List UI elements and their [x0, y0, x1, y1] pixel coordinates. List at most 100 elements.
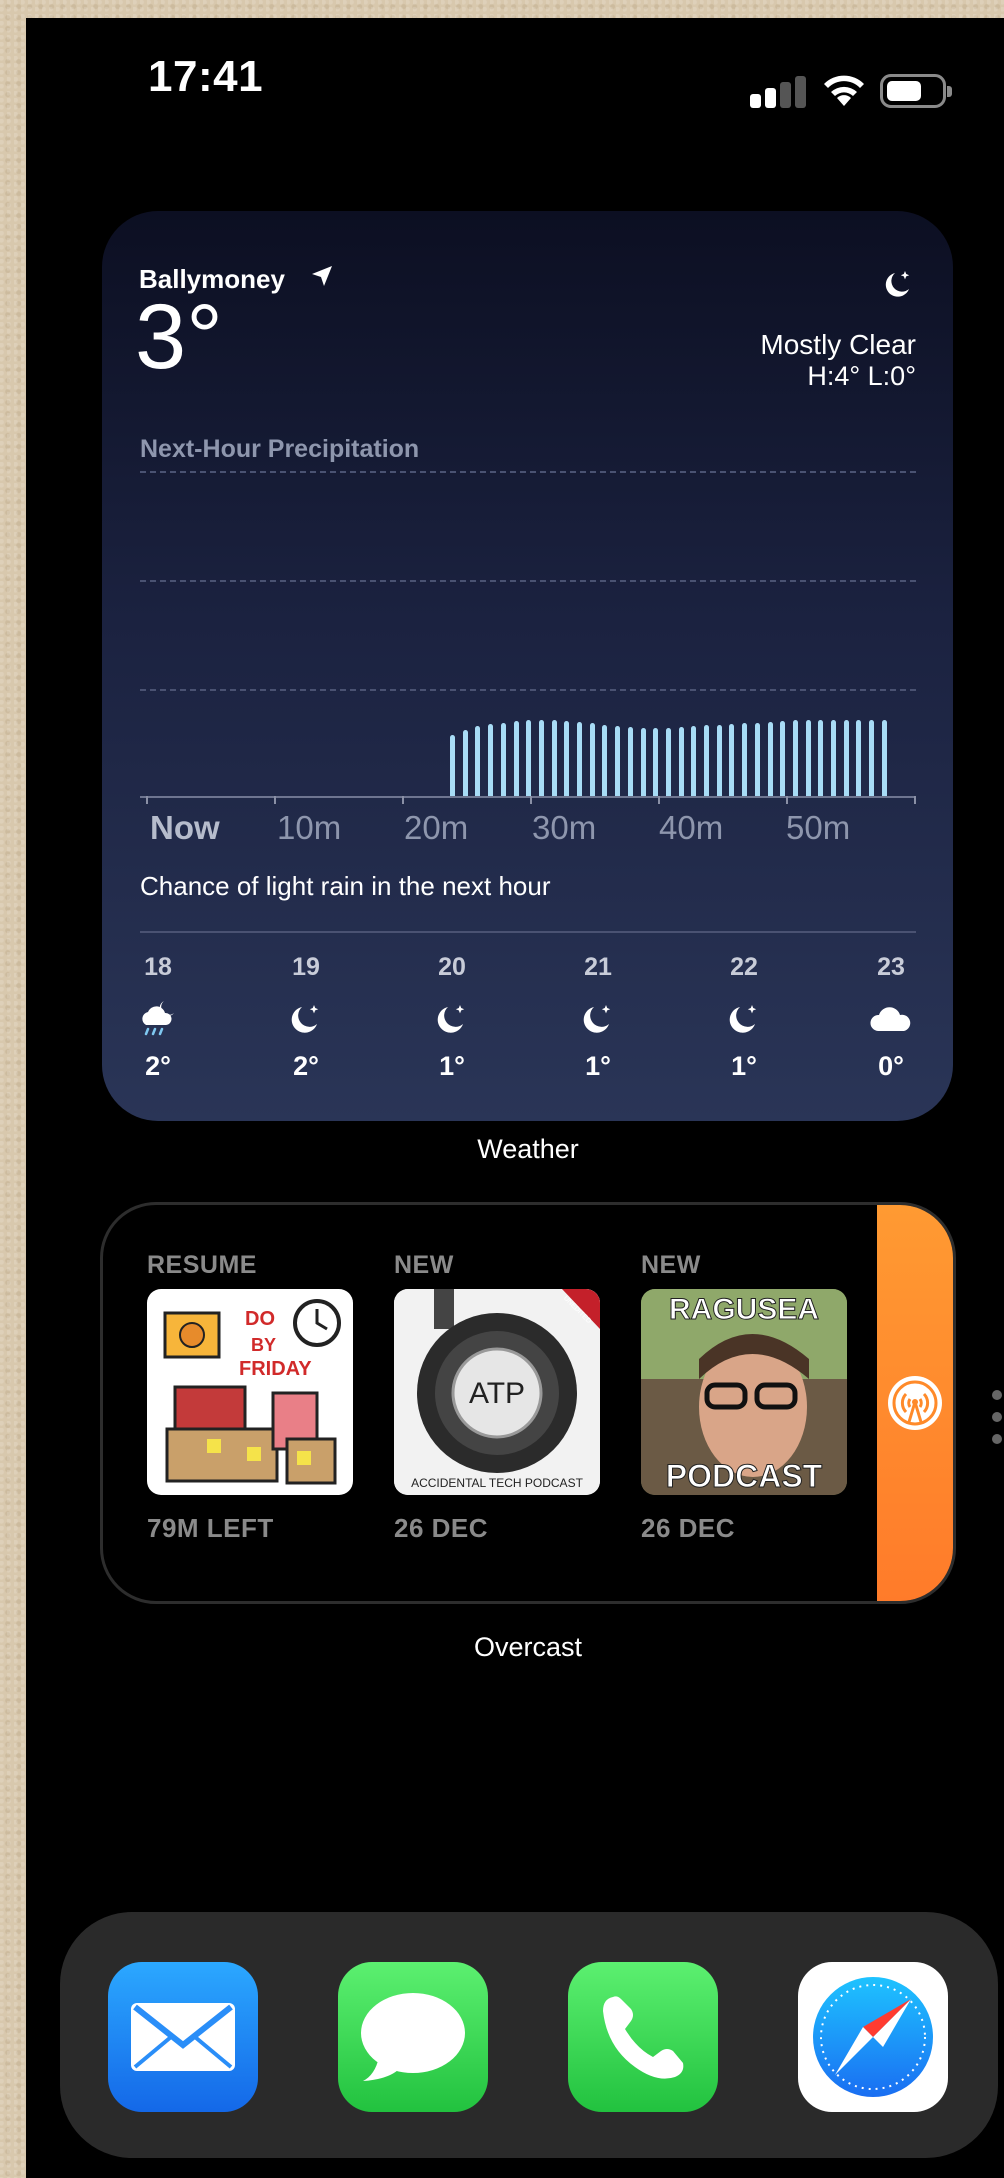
- axis-label-40m: 40m: [659, 809, 724, 846]
- precip-bar: [856, 720, 862, 796]
- episode-tile[interactable]: NEW RAGUSEA PODCAST 26 DEC: [641, 1251, 849, 1544]
- episode-detail: 79M LEFT: [147, 1513, 274, 1543]
- hourly-forecast-item: 18 2°: [113, 953, 203, 1082]
- precip-bar: [716, 724, 722, 796]
- precip-bar: [754, 722, 760, 796]
- atp-logo-text: ATP: [469, 1377, 525, 1410]
- ragusea-title: RAGUSEA: [669, 1293, 819, 1326]
- hour-label: 21: [584, 953, 612, 981]
- precip-bar: [627, 726, 633, 796]
- episode-tile[interactable]: RESUME DO BY FRIDAY 79M LEFT: [147, 1251, 355, 1544]
- hourly-forecast-item: 19 2°: [261, 953, 351, 1082]
- atp-artwork: ATP UNEDITED ACCIDENTAL TECH PODCAST: [394, 1289, 600, 1495]
- episode-status: NEW: [394, 1251, 454, 1279]
- phone-app-button[interactable]: [568, 1962, 718, 2112]
- atp-illustration: ATP UNEDITED ACCIDENTAL TECH PODCAST: [394, 1289, 600, 1495]
- precip-bar: [500, 722, 506, 796]
- precip-bar: [729, 724, 735, 796]
- precip-bar: [653, 727, 659, 796]
- precip-bar: [513, 721, 519, 796]
- hourly-forecast-item: 23 0°: [846, 953, 936, 1082]
- gridline: [140, 689, 916, 691]
- overcast-app-strip[interactable]: [877, 1205, 953, 1601]
- precip-bar: [488, 724, 494, 796]
- mail-app-button[interactable]: [108, 1962, 258, 2112]
- precip-bar: [589, 723, 595, 796]
- hour-temp: 2°: [145, 1051, 171, 1081]
- precip-chart-title: Next-Hour Precipitation: [140, 435, 420, 463]
- weather-condition: Mostly Clear: [760, 329, 916, 360]
- moon-stars-icon: [583, 1005, 611, 1033]
- messages-app-button[interactable]: [338, 1962, 488, 2112]
- hourly-forecast-item: 20 1°: [407, 953, 497, 1082]
- moon-stars-icon: [729, 1005, 757, 1033]
- hour-temp: 1°: [439, 1051, 465, 1081]
- axis-label-20m: 20m: [404, 809, 469, 846]
- hour-label: 19: [292, 953, 320, 981]
- moon-stars-icon: [885, 271, 910, 297]
- hour-label: 22: [730, 953, 758, 981]
- precip-bar: [780, 721, 786, 796]
- current-temperature: 3°: [135, 286, 223, 388]
- mail-icon: [131, 2003, 235, 2071]
- hourly-forecast-item: 21 1°: [553, 953, 643, 1082]
- cellular-signal-icon: [750, 76, 806, 108]
- overcast-widget[interactable]: RESUME DO BY FRIDAY 79M LEFT NEW ATP UNE…: [100, 1202, 956, 1604]
- axis-label-50m: 50m: [786, 809, 851, 846]
- precip-bar: [678, 726, 684, 796]
- precip-bar: [818, 720, 824, 796]
- episode-tile[interactable]: NEW ATP UNEDITED ACCIDENTAL TECH PODCAST…: [394, 1251, 602, 1544]
- hourly-forecast-item: 22 1°: [699, 953, 789, 1082]
- safari-icon: [813, 1977, 933, 2097]
- hour-temp: 1°: [731, 1051, 757, 1081]
- precip-bar: [577, 721, 582, 796]
- precip-bar: [462, 729, 468, 796]
- art-text-by: BY: [251, 1335, 276, 1355]
- axis-label-now: Now: [150, 809, 220, 846]
- episode-detail: 26 DEC: [394, 1513, 489, 1543]
- precip-bar: [551, 720, 557, 796]
- precip-bar: [704, 725, 709, 796]
- ragusea-illustration: RAGUSEA PODCAST: [641, 1289, 847, 1495]
- art-text-friday: FRIDAY: [239, 1358, 312, 1380]
- hour-temp: 0°: [878, 1051, 904, 1081]
- divider: [140, 931, 916, 933]
- episode-detail: 26 DEC: [641, 1513, 736, 1543]
- precip-bar: [881, 720, 887, 796]
- precip-bar: [831, 720, 836, 796]
- battery-icon: [880, 74, 952, 108]
- precip-bar: [602, 724, 608, 796]
- episode-status: RESUME: [147, 1251, 257, 1279]
- location-arrow-icon: [312, 266, 332, 286]
- hour-label: 20: [438, 953, 466, 981]
- cloud-rain-moon-icon: [142, 1001, 174, 1036]
- precip-bar: [767, 721, 773, 796]
- gridline: [140, 580, 916, 582]
- precip-bar: [665, 727, 671, 796]
- weather-widget[interactable]: Ballymoney 3° Mostly Clear H:4° L:0° Nex…: [102, 211, 953, 1121]
- safari-app-button[interactable]: [798, 1962, 948, 2112]
- precip-bar: [615, 726, 621, 796]
- home-screen: 17:41 Ballymoney 3° Mostly Clear H:4° L:…: [26, 18, 1004, 2178]
- axis-tick: [530, 796, 532, 804]
- precip-bar: [526, 719, 532, 796]
- high-low-temps: H:4° L:0°: [807, 361, 916, 391]
- precip-bar: [742, 723, 748, 796]
- precip-bar: [564, 721, 570, 796]
- hour-label: 18: [144, 953, 172, 981]
- moon-stars-icon: [291, 1005, 319, 1033]
- axis-tick: [402, 796, 404, 804]
- precip-bar: [538, 719, 544, 796]
- ragusea-caption: PODCAST: [666, 1458, 823, 1494]
- status-time: 17:41: [148, 52, 264, 101]
- precip-bar: [792, 720, 798, 796]
- dock: [60, 1912, 998, 2158]
- precip-bar: [805, 720, 811, 796]
- hour-label: 23: [877, 953, 905, 981]
- axis-tick: [146, 796, 148, 804]
- precip-bar: [843, 720, 849, 796]
- art-text-do: DO: [245, 1308, 275, 1330]
- hour-temp: 1°: [585, 1051, 611, 1081]
- axis-tick: [786, 796, 788, 804]
- precip-bar: [450, 734, 455, 796]
